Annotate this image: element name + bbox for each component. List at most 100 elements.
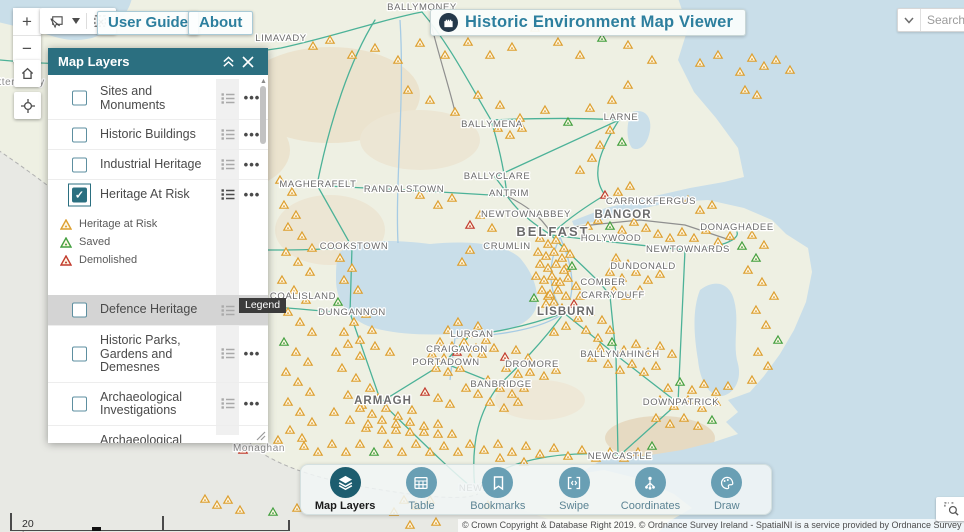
toolbar-item-draw[interactable]: Draw (689, 467, 765, 512)
marker-dot (651, 446, 653, 448)
layer-checkbox-heritage-at-risk[interactable]: ✓ (72, 187, 87, 202)
panel-resize-handle[interactable] (256, 431, 266, 441)
scroll-up-arrow[interactable]: ▲ (260, 78, 267, 85)
marker-dot (359, 444, 361, 446)
marker-dot (477, 326, 479, 328)
marker-dot (773, 296, 775, 298)
marker-dot (529, 372, 531, 374)
marker-dot (371, 414, 373, 416)
legend-list-icon[interactable] (218, 344, 237, 363)
select-tool-dropdown[interactable] (68, 8, 84, 34)
marker-dot (301, 438, 303, 440)
marker-dot (429, 100, 431, 102)
marker-dot (419, 195, 421, 197)
user-guide-button[interactable]: User Guide (97, 11, 199, 35)
marker-dot (693, 238, 695, 240)
legend-list-icon[interactable] (218, 301, 237, 320)
locate-button[interactable] (14, 92, 41, 119)
marker-dot (547, 244, 549, 246)
place-label: BALLYNAHINCH (580, 349, 659, 360)
layer-checkbox-historic-parks-gardens-and-demesnes[interactable] (72, 346, 87, 361)
collapse-panel-button[interactable] (218, 52, 238, 72)
marker-dot (609, 272, 611, 274)
marker-dot (297, 262, 299, 264)
toolbar-item-bookmarks[interactable]: Bookmarks (460, 467, 536, 512)
marker-dot (374, 346, 376, 348)
place-label: BELFAST (516, 224, 589, 239)
map-layers-panel: Map Layers Sites and Monuments•••Histori… (48, 48, 268, 443)
marker-dot (699, 210, 701, 212)
marker-dot (601, 38, 603, 40)
scrollbar-thumb[interactable] (260, 86, 266, 144)
marker-dot (681, 232, 683, 234)
toolbar-item-table[interactable]: Table (383, 467, 459, 512)
marker-dot (525, 446, 527, 448)
marker-dot (543, 376, 545, 378)
marker-dot (511, 452, 513, 454)
legend-list-icon[interactable] (218, 394, 237, 413)
map-layers-panel-header[interactable]: Map Layers (48, 48, 268, 75)
toolbar-item-swipe[interactable]: Swipe (536, 467, 612, 512)
marker-dot (597, 338, 599, 340)
panel-scrollbar[interactable]: ▲ (260, 78, 267, 440)
chevron-down-icon (904, 17, 914, 24)
layer-checkbox-defence-heritage[interactable] (72, 303, 87, 318)
marker-dot (691, 390, 693, 392)
marker-dot (565, 296, 567, 298)
search-source-dropdown[interactable] (898, 9, 921, 31)
toolbar-item-label: Coordinates (621, 500, 680, 512)
zoom-selection-button[interactable] (936, 497, 964, 521)
layer-label: Heritage At Risk (100, 188, 212, 202)
marker-dot (381, 430, 383, 432)
toolbar-item-coordinates[interactable]: Coordinates (612, 467, 688, 512)
marker-dot (729, 236, 731, 238)
legend-list-icon[interactable] (218, 125, 237, 144)
marker-dot (287, 312, 289, 314)
marker-dot (317, 452, 319, 454)
marker-dot (295, 352, 297, 354)
legend-item: Saved (60, 233, 268, 251)
search-input[interactable] (921, 13, 964, 27)
marker-dot (309, 272, 311, 274)
marker-dot (545, 256, 547, 258)
marker-dot (559, 282, 561, 284)
marker-dot (539, 454, 541, 456)
toolbar-item-label: Bookmarks (470, 500, 525, 512)
layer-checkbox-sites-and-monuments[interactable] (72, 91, 87, 106)
toolbar-item-map-layers[interactable]: Map Layers (307, 467, 383, 512)
marker-dot (563, 270, 565, 272)
layer-checkbox-industrial-heritage[interactable] (72, 157, 87, 172)
layer-checkbox-historic-buildings[interactable] (72, 127, 87, 142)
marker-dot (555, 264, 557, 266)
marker-dot (443, 446, 445, 448)
close-panel-button[interactable] (238, 52, 258, 72)
legend-list-icon[interactable] (218, 185, 237, 204)
marker-dot (423, 426, 425, 428)
home-button[interactable] (14, 60, 41, 87)
layer-checkbox-archaeological-investigations[interactable] (72, 396, 87, 411)
select-tool-button[interactable] (44, 8, 68, 34)
legend-list-icon[interactable] (218, 155, 237, 174)
marker-dot (544, 110, 546, 112)
marker-dot (756, 95, 758, 97)
marker-dot (555, 240, 557, 242)
marker-dot (579, 55, 581, 57)
marker-dot (541, 290, 543, 292)
marker-dot (609, 226, 611, 228)
marker-dot (775, 60, 777, 62)
marker-dot (311, 332, 313, 334)
marker-dot (289, 430, 291, 432)
marker-dot (469, 225, 471, 227)
marker-dot (533, 298, 535, 300)
zoom-in-button[interactable]: + (13, 8, 41, 35)
marker-dot (347, 395, 349, 397)
app-logo-icon (439, 13, 458, 32)
marker-dot (281, 280, 283, 282)
marker-dot (451, 434, 453, 436)
about-button[interactable]: About (188, 11, 253, 35)
marker-dot (311, 422, 313, 424)
marker-dot (563, 248, 565, 250)
marker-dot (419, 43, 421, 45)
legend-list-icon[interactable] (218, 89, 237, 108)
zoom-out-button[interactable]: − (13, 35, 41, 62)
